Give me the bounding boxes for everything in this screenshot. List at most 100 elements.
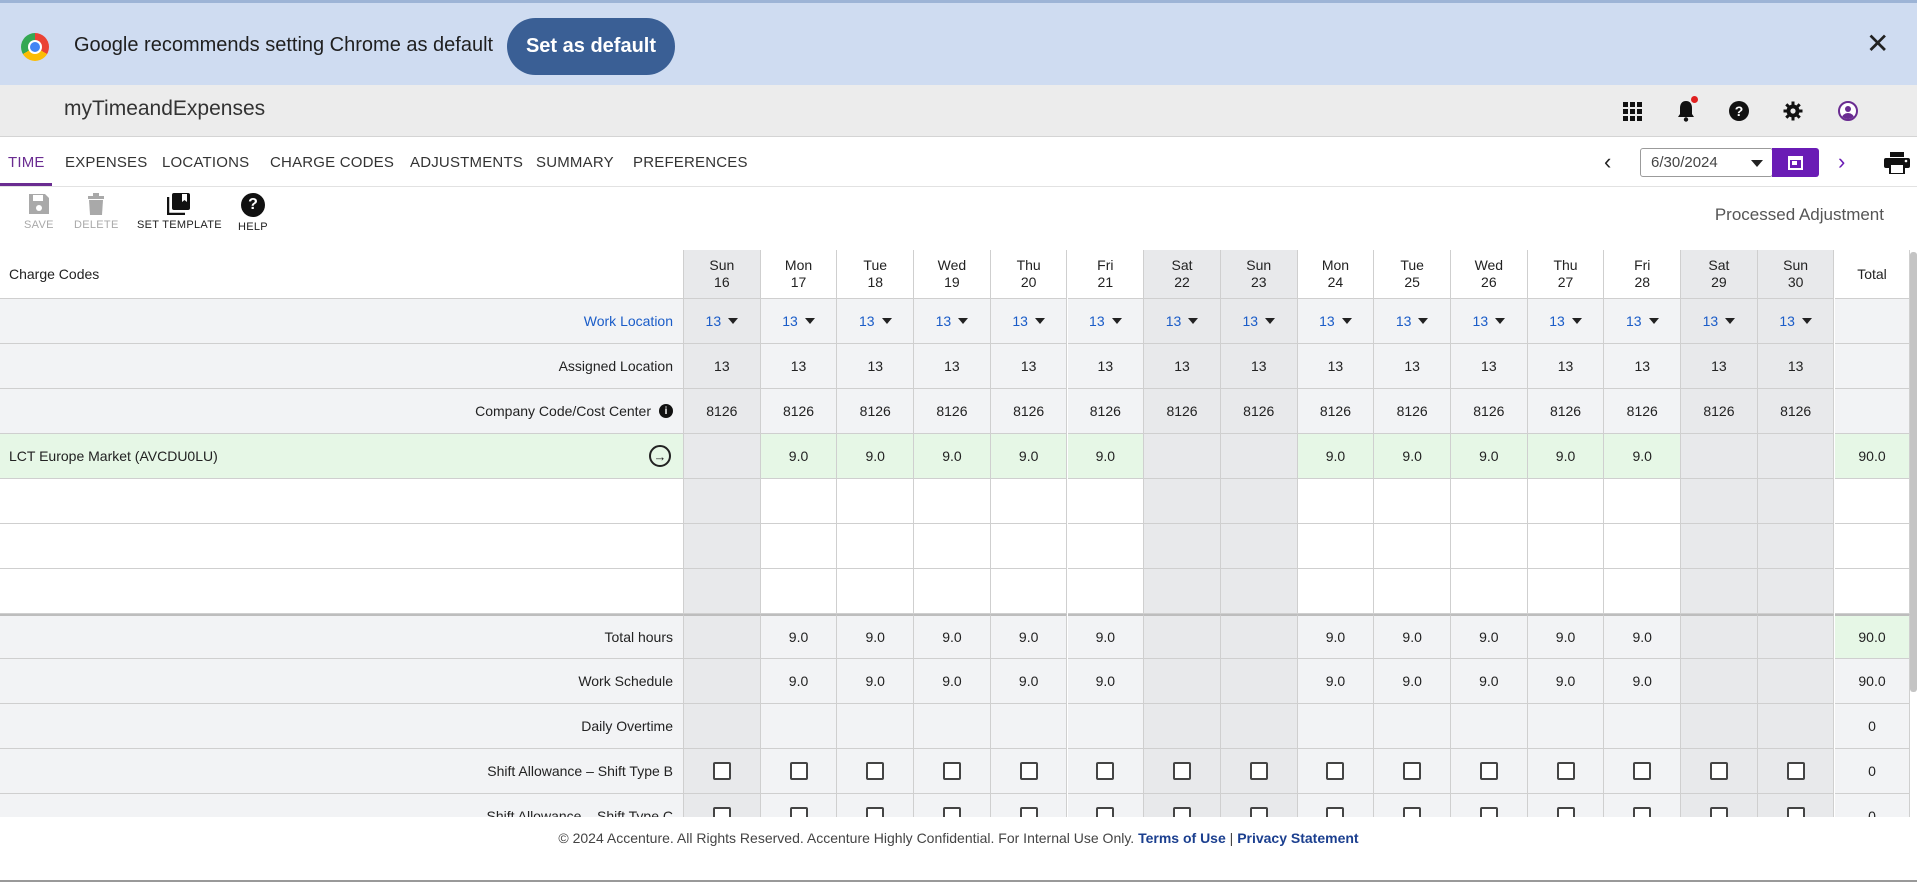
- hours-input[interactable]: [1067, 569, 1145, 614]
- hours-input[interactable]: [684, 434, 761, 479]
- help-button[interactable]: ? HELP: [238, 193, 268, 233]
- work-location-select[interactable]: 13: [1067, 299, 1145, 344]
- hours-input[interactable]: 9.0: [1297, 434, 1375, 479]
- work-location-select[interactable]: 13: [1757, 299, 1835, 344]
- hours-input[interactable]: [1144, 434, 1221, 479]
- shift-allowance-checkbox[interactable]: [1326, 762, 1345, 780]
- hours-input[interactable]: [1527, 524, 1605, 569]
- shift-allowance-checkbox[interactable]: [1096, 807, 1115, 817]
- info-icon[interactable]: i: [659, 404, 673, 418]
- hours-input[interactable]: [760, 524, 838, 569]
- tab-charge-codes[interactable]: CHARGE CODES: [270, 154, 394, 171]
- hours-input[interactable]: [760, 569, 838, 614]
- hours-input[interactable]: 9.0: [760, 434, 838, 479]
- shift-allowance-checkbox[interactable]: [1173, 807, 1192, 817]
- tab-adjustments[interactable]: ADJUSTMENTS: [410, 154, 523, 171]
- work-location-select[interactable]: 13: [1374, 299, 1451, 344]
- set-template-button[interactable]: SET TEMPLATE: [137, 193, 222, 231]
- shift-allowance-checkbox[interactable]: [942, 762, 961, 780]
- hours-input[interactable]: [1451, 479, 1528, 524]
- set-as-default-button[interactable]: Set as default: [507, 18, 675, 75]
- empty-charge-code-row[interactable]: [0, 479, 684, 524]
- hours-input[interactable]: [1604, 479, 1682, 524]
- hours-input[interactable]: [760, 479, 838, 524]
- hours-input[interactable]: [1757, 569, 1835, 614]
- hours-input[interactable]: [1374, 479, 1451, 524]
- bell-icon[interactable]: [1674, 96, 1698, 123]
- hours-input[interactable]: [1220, 524, 1298, 569]
- hours-input[interactable]: 9.0: [914, 434, 991, 479]
- tab-expenses[interactable]: EXPENSES: [65, 154, 147, 171]
- shift-allowance-checkbox[interactable]: [1786, 762, 1805, 780]
- hours-input[interactable]: [1220, 479, 1298, 524]
- work-location-select[interactable]: 13: [1451, 299, 1528, 344]
- previous-period-icon[interactable]: ‹: [1604, 151, 1611, 173]
- print-icon[interactable]: [1884, 152, 1910, 175]
- hours-input[interactable]: 9.0: [1374, 434, 1451, 479]
- avatar-icon[interactable]: [1836, 99, 1860, 123]
- shift-allowance-checkbox[interactable]: [866, 807, 885, 817]
- hours-input[interactable]: [1144, 569, 1221, 614]
- hours-input[interactable]: [990, 479, 1068, 524]
- shift-allowance-checkbox[interactable]: [1633, 807, 1652, 817]
- work-location-select[interactable]: 13: [837, 299, 915, 344]
- hours-input[interactable]: [1220, 434, 1298, 479]
- hours-input[interactable]: 9.0: [837, 434, 915, 479]
- hours-input[interactable]: [1757, 524, 1835, 569]
- shift-allowance-checkbox[interactable]: [1019, 762, 1038, 780]
- empty-charge-code-row[interactable]: [0, 524, 684, 569]
- hours-input[interactable]: 9.0: [990, 434, 1068, 479]
- shift-allowance-checkbox[interactable]: [712, 807, 731, 817]
- next-period-icon[interactable]: ›: [1838, 151, 1845, 173]
- work-location-select[interactable]: 13: [990, 299, 1068, 344]
- apps-grid-icon[interactable]: [1620, 99, 1644, 123]
- shift-allowance-checkbox[interactable]: [789, 807, 808, 817]
- hours-input[interactable]: [1681, 569, 1758, 614]
- shift-allowance-checkbox[interactable]: [866, 762, 885, 780]
- hours-input[interactable]: [1681, 524, 1758, 569]
- shift-allowance-checkbox[interactable]: [1173, 762, 1192, 780]
- calendar-button[interactable]: [1772, 148, 1819, 177]
- shift-allowance-checkbox[interactable]: [789, 762, 808, 780]
- gear-icon[interactable]: [1781, 99, 1805, 123]
- shift-allowance-checkbox[interactable]: [1249, 762, 1268, 780]
- shift-allowance-checkbox[interactable]: [1326, 807, 1345, 817]
- hours-input[interactable]: 9.0: [1067, 434, 1145, 479]
- hours-input[interactable]: [1757, 479, 1835, 524]
- hours-input[interactable]: 9.0: [1451, 434, 1528, 479]
- hours-input[interactable]: [1451, 524, 1528, 569]
- hours-input[interactable]: [1220, 569, 1298, 614]
- tab-preferences[interactable]: PREFERENCES: [633, 154, 748, 171]
- shift-allowance-checkbox[interactable]: [1556, 762, 1575, 780]
- shift-allowance-checkbox[interactable]: [1403, 762, 1422, 780]
- shift-allowance-checkbox[interactable]: [1096, 762, 1115, 780]
- hours-input[interactable]: [1604, 569, 1682, 614]
- shift-allowance-checkbox[interactable]: [1709, 807, 1728, 817]
- tab-time[interactable]: TIME: [8, 154, 45, 171]
- hours-input[interactable]: [1297, 479, 1375, 524]
- hours-input[interactable]: [1297, 569, 1375, 614]
- work-location-select[interactable]: 13: [684, 299, 761, 344]
- hours-input[interactable]: [914, 479, 991, 524]
- hours-input[interactable]: [1297, 524, 1375, 569]
- shift-allowance-checkbox[interactable]: [1709, 762, 1728, 780]
- save-button[interactable]: SAVE: [24, 193, 54, 231]
- shift-allowance-checkbox[interactable]: [1479, 762, 1498, 780]
- hours-input[interactable]: [1757, 434, 1835, 479]
- close-icon[interactable]: ✕: [1866, 29, 1889, 59]
- hours-input[interactable]: [837, 524, 915, 569]
- privacy-statement-link[interactable]: Privacy Statement: [1237, 830, 1358, 846]
- hours-input[interactable]: 9.0: [1527, 434, 1605, 479]
- work-location-select[interactable]: 13: [1297, 299, 1375, 344]
- shift-allowance-checkbox[interactable]: [1479, 807, 1498, 817]
- hours-input[interactable]: [1604, 524, 1682, 569]
- shift-allowance-checkbox[interactable]: [942, 807, 961, 817]
- work-location-label[interactable]: Work Location: [0, 299, 684, 344]
- shift-allowance-checkbox[interactable]: [1633, 762, 1652, 780]
- shift-allowance-checkbox[interactable]: [712, 762, 731, 780]
- hours-input[interactable]: [1451, 569, 1528, 614]
- tab-summary[interactable]: SUMMARY: [536, 154, 614, 171]
- hours-input[interactable]: [837, 569, 915, 614]
- work-location-select[interactable]: 13: [1220, 299, 1298, 344]
- hours-input[interactable]: [684, 524, 761, 569]
